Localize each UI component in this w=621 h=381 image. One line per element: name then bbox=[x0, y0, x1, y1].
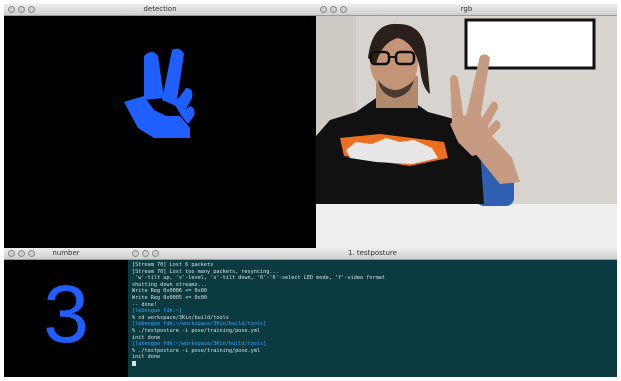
terminal-titlebar[interactable]: 1. testposture bbox=[128, 248, 617, 260]
hand-mask-image bbox=[124, 48, 195, 138]
terminal-line: [Stream 70] Lost 6 packets bbox=[132, 262, 214, 268]
detection-window: detection bbox=[4, 4, 316, 248]
terminal-line: % ./testposture -i pose/training/pose.ym… bbox=[132, 347, 261, 354]
detection-titlebar[interactable]: detection bbox=[4, 4, 316, 16]
finger-count-value: 3 bbox=[43, 269, 89, 360]
terminal-line: Write Reg 0x0005 <= 0x00 bbox=[132, 294, 207, 301]
terminal-prompt-line: [lebengue fdk:~] bbox=[132, 308, 182, 315]
terminal-window-title: 1. testposture bbox=[348, 249, 397, 257]
terminal-line: 'w'-tilt up, 's'-level, 'x'-tilt down, '… bbox=[132, 275, 385, 282]
terminal-output[interactable]: [Stream 70] Lost 6 packets [Stream 70] L… bbox=[128, 260, 617, 377]
terminal-window: 1. testposture [Stream 70] Lost 6 packet… bbox=[128, 248, 617, 377]
rgb-window: rgb bbox=[316, 4, 617, 248]
rgb-titlebar[interactable]: rgb bbox=[316, 4, 617, 16]
rgb-camera-feed bbox=[316, 16, 617, 248]
terminal-line: % ./testposture -i pose/training/pose.ym… bbox=[132, 327, 261, 334]
rgb-window-title: rgb bbox=[460, 5, 473, 13]
terminal-cursor-line bbox=[132, 360, 613, 368]
terminal-line: -- done! bbox=[132, 301, 157, 308]
terminal-line: [Stream 70] Lost too many packets, resyn… bbox=[132, 268, 279, 275]
terminal-line: % cd workspace/3Kin/build/tools bbox=[132, 314, 229, 321]
terminal-line: init done bbox=[132, 354, 161, 361]
terminal-line: shutting down streams... bbox=[132, 281, 207, 288]
number-window: number 3 bbox=[4, 248, 128, 377]
hand-mask-silhouette bbox=[124, 48, 195, 138]
detection-window-title: detection bbox=[143, 5, 177, 13]
number-display: 3 bbox=[4, 260, 128, 377]
detection-canvas bbox=[4, 16, 316, 248]
terminal-line: Write Reg 0x0006 <= 0x00 bbox=[132, 288, 207, 295]
terminal-line: init done bbox=[132, 334, 161, 341]
terminal-prompt-line: [lebengue fdk:~/workspace/3Kin/build/too… bbox=[132, 341, 267, 348]
terminal-prompt-line: [lebengue fdk:~/workspace/3Kin/build/too… bbox=[132, 321, 267, 328]
camera-frame-image bbox=[316, 16, 617, 248]
terminal-cursor bbox=[132, 360, 136, 366]
